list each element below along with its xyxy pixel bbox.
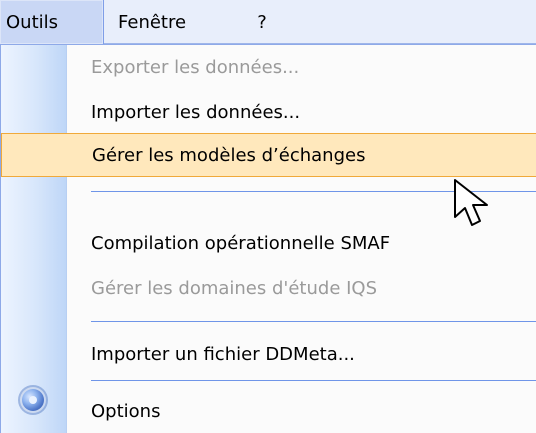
- menu-item-compilation-smaf[interactable]: Compilation opérationnelle SMAF: [1, 221, 536, 265]
- menu-item-importer-donnees[interactable]: Importer les données...: [1, 90, 536, 134]
- menu-help[interactable]: ?: [252, 0, 272, 44]
- menu-item-label: Compilation opérationnelle SMAF: [91, 232, 391, 254]
- menu-item-exporter-donnees: Exporter les données...: [1, 45, 536, 89]
- menu-item-label: Options: [91, 400, 161, 422]
- menu-item-label: Importer les données...: [91, 101, 301, 123]
- menu-item-label: Gérer les modèles d’échanges: [92, 144, 366, 166]
- application-window: Outils Fenêtre ? Exporter les données...…: [0, 0, 536, 433]
- menu-separator: [91, 321, 536, 322]
- menu-fenetre[interactable]: Fenêtre: [118, 0, 218, 44]
- menu-separator: [91, 380, 536, 381]
- menu-outils[interactable]: Outils: [0, 0, 104, 44]
- gear-icon: [22, 389, 44, 411]
- menu-item-importer-ddmeta[interactable]: Importer un fichier DDMeta...: [1, 332, 536, 376]
- menu-item-gerer-domaines-iqs: Gérer les domaines d'étude IQS: [1, 266, 536, 310]
- menu-item-options[interactable]: Options: [1, 389, 536, 433]
- menu-bar: Outils Fenêtre ?: [0, 0, 536, 44]
- menu-separator: [91, 191, 536, 192]
- menu-item-label: Importer un fichier DDMeta...: [91, 343, 355, 365]
- outils-dropdown-menu: Exporter les données... Importer les don…: [0, 44, 536, 433]
- menu-item-label: Exporter les données...: [91, 56, 300, 78]
- menu-item-label: Gérer les domaines d'étude IQS: [91, 277, 378, 299]
- menu-item-gerer-modeles-echanges[interactable]: Gérer les modèles d’échanges: [1, 133, 536, 177]
